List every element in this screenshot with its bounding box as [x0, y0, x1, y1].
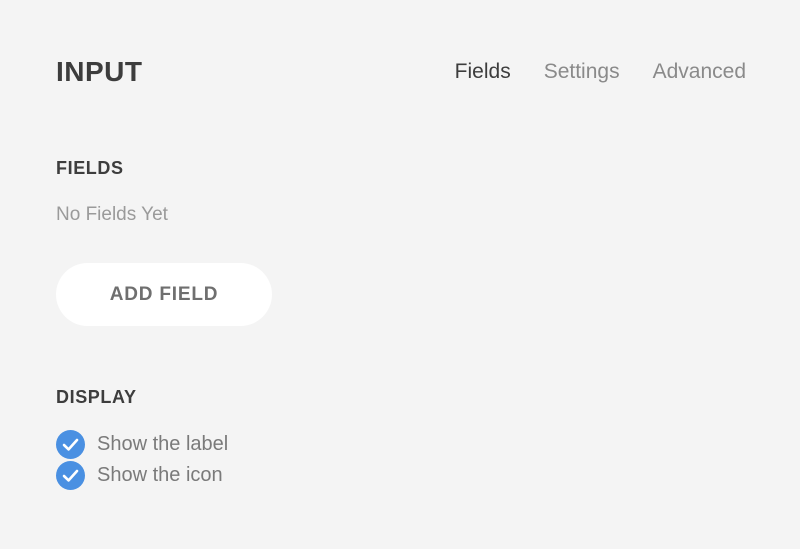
show-icon-checkbox[interactable]: Show the icon: [56, 461, 223, 490]
tab-fields[interactable]: Fields: [455, 60, 511, 84]
header: INPUT Fields Settings Advanced: [56, 52, 746, 92]
add-field-button[interactable]: ADD FIELD: [56, 263, 272, 326]
tab-settings[interactable]: Settings: [544, 60, 620, 84]
fields-section-heading: FIELDS: [56, 158, 124, 178]
checkmark-icon: [56, 430, 85, 459]
display-section-heading: DISPLAY: [56, 387, 137, 407]
add-field-button-label: ADD FIELD: [109, 283, 219, 305]
show-label-checkbox[interactable]: Show the label: [56, 430, 228, 459]
checkmark-icon: [56, 461, 85, 490]
show-label-text: Show the label: [97, 433, 229, 455]
show-icon-text: Show the icon: [97, 464, 223, 486]
tab-advanced[interactable]: Advanced: [653, 60, 746, 84]
no-fields-message: No Fields Yet: [56, 204, 168, 225]
page-title: INPUT: [56, 56, 143, 87]
tab-bar: Fields Settings Advanced: [455, 60, 746, 84]
